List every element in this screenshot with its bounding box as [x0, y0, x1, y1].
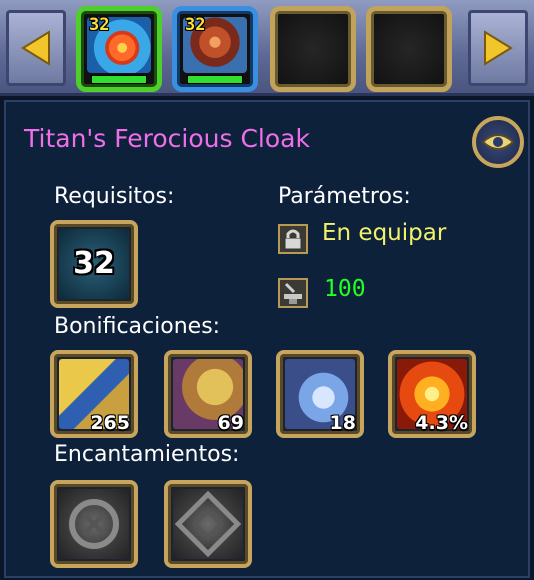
item-slot-3[interactable] — [270, 6, 356, 92]
item-details-panel: Titan's Ferocious Cloak Requisitos: 32 P… — [4, 100, 530, 578]
bonus-armor-tile[interactable]: 265 — [50, 350, 138, 438]
item-tooltip-window: 32 32 Titan's Ferocious Cloak Requisitos… — [0, 0, 534, 580]
enchantments-label: Encantamientos: — [54, 442, 240, 467]
inspect-button[interactable] — [472, 116, 524, 168]
next-slots-button[interactable] — [468, 10, 528, 86]
slot-level-badge: 32 — [89, 15, 110, 35]
bonus-tornado-tile[interactable]: 18 — [276, 350, 364, 438]
slot-durability-bar — [91, 75, 147, 84]
bind-type-text: En equipar — [322, 220, 447, 246]
bonus-strength-tile[interactable]: 69 — [164, 350, 252, 438]
eye-icon — [481, 134, 515, 150]
bonus-value: 69 — [217, 412, 244, 434]
durability-value: 100 — [324, 276, 366, 302]
anvil-icon — [278, 278, 308, 308]
arrow-left-icon — [21, 30, 50, 66]
enchantment-socket-1[interactable] — [50, 480, 138, 568]
item-slot-4[interactable] — [366, 6, 452, 92]
item-slot-1[interactable]: 32 — [76, 6, 162, 92]
item-slot-2[interactable]: 32 — [172, 6, 258, 92]
lock-icon — [278, 224, 308, 254]
item-slot-bar: 32 32 — [0, 0, 534, 96]
required-level-tile: 32 — [50, 220, 138, 308]
prev-slots-button[interactable] — [6, 10, 66, 86]
slot-level-badge: 32 — [185, 15, 206, 35]
requirements-label: Requisitos: — [54, 184, 175, 209]
item-name: Titan's Ferocious Cloak — [24, 124, 310, 153]
bonus-value: 265 — [90, 412, 130, 434]
bonus-value: 18 — [329, 412, 356, 434]
parameters-label: Parámetros: — [278, 184, 411, 209]
slot-durability-bar — [187, 75, 243, 84]
arrow-right-icon — [484, 30, 513, 66]
enchantment-socket-2[interactable] — [164, 480, 252, 568]
empty-rune-socket-icon — [59, 489, 129, 559]
bonus-fire-tile[interactable]: 4.3% — [388, 350, 476, 438]
bonus-value: 4.3% — [415, 412, 468, 434]
bonuses-label: Bonificaciones: — [54, 314, 221, 339]
required-level: 32 — [73, 246, 115, 281]
empty-rune-socket-icon — [173, 489, 243, 559]
